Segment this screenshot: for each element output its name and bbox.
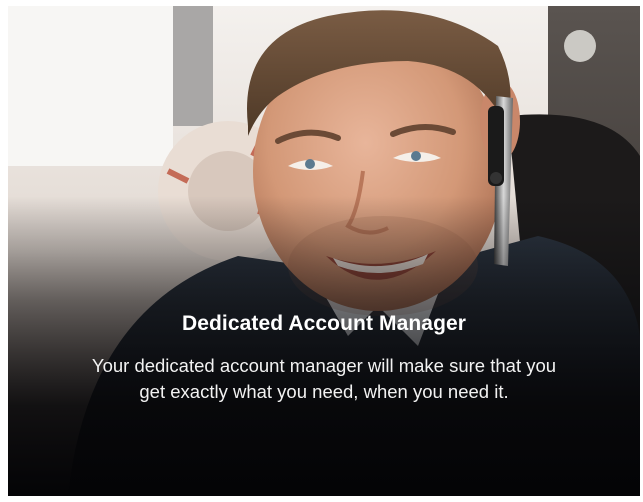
card-description: Your dedicated account manager will make… — [91, 355, 557, 402]
gradient-overlay — [8, 196, 640, 496]
card-title: Dedicated Account Manager — [181, 312, 467, 335]
feature-card: Dedicated Account Manager Your dedicated… — [8, 6, 640, 496]
